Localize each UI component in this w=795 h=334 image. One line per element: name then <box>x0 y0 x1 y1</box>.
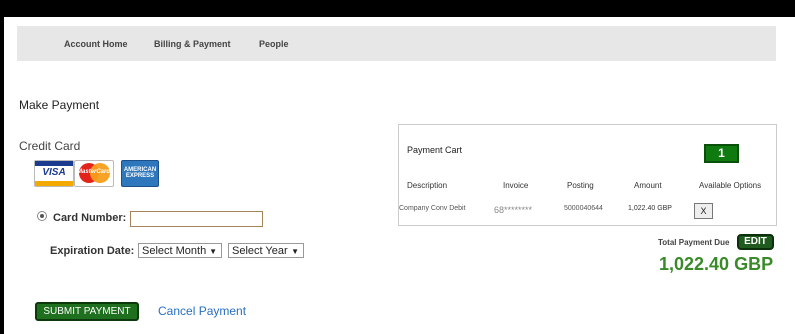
remove-item-button[interactable]: X <box>694 203 713 219</box>
cart-row-description: Company Conv Debit <box>399 205 466 212</box>
col-header-available-options: Available Options <box>699 181 762 190</box>
col-header-invoice: Invoice <box>503 181 529 190</box>
expiration-date-label: Expiration Date: <box>50 245 135 257</box>
mastercard-logo-text: MasterCard <box>77 169 111 175</box>
mastercard-logo-icon: MasterCard <box>74 160 114 187</box>
cart-row-posting: 5000040644 <box>564 205 603 212</box>
visa-logo-icon: VISA <box>34 160 74 187</box>
nav-account-home[interactable]: Account Home <box>64 39 128 49</box>
expiration-month-value: Select Month <box>142 245 207 257</box>
col-header-posting: Posting <box>567 181 594 190</box>
page-title: Make Payment <box>19 98 100 112</box>
edit-button[interactable]: EDIT <box>737 234 774 250</box>
card-number-input[interactable] <box>130 211 263 227</box>
chevron-down-icon: ▼ <box>291 247 299 256</box>
submit-payment-button[interactable]: SUBMIT PAYMENT <box>35 302 139 321</box>
expiration-year-select[interactable]: Select Year ▼ <box>228 243 304 258</box>
cart-row-amount: 1,022.40 GBP <box>628 205 672 212</box>
card-number-radio[interactable] <box>37 211 47 221</box>
expiration-year-value: Select Year <box>232 245 288 257</box>
payment-cart-panel: Payment Cart 1 Description Invoice Posti… <box>398 124 777 226</box>
visa-logo-text: VISA <box>42 167 66 178</box>
chevron-down-icon: ▼ <box>209 247 217 256</box>
nav-billing-payment[interactable]: Billing & Payment <box>154 39 231 49</box>
amex-logo-icon: AMERICAN EXPRESS <box>121 160 159 187</box>
page: Account Home Billing & Payment People Ma… <box>4 17 795 334</box>
col-header-amount: Amount <box>634 181 662 190</box>
cancel-payment-link[interactable]: Cancel Payment <box>158 304 246 318</box>
expiration-month-select[interactable]: Select Month ▼ <box>138 243 222 258</box>
payment-cart-title: Payment Cart <box>407 145 463 155</box>
amex-logo-text-2: EXPRESS <box>125 173 155 179</box>
nav-people[interactable]: People <box>259 39 289 49</box>
col-header-description: Description <box>407 181 448 190</box>
credit-card-heading: Credit Card <box>19 139 81 153</box>
cart-count-badge: 1 <box>704 144 739 163</box>
cart-row-invoice: 68******** <box>494 205 533 215</box>
top-nav: Account Home Billing & Payment People <box>17 26 776 61</box>
card-number-label: Card Number: <box>53 212 127 224</box>
total-amount: 1,022.40 GBP <box>659 254 774 274</box>
total-payment-due-label: Total Payment Due <box>658 238 730 247</box>
